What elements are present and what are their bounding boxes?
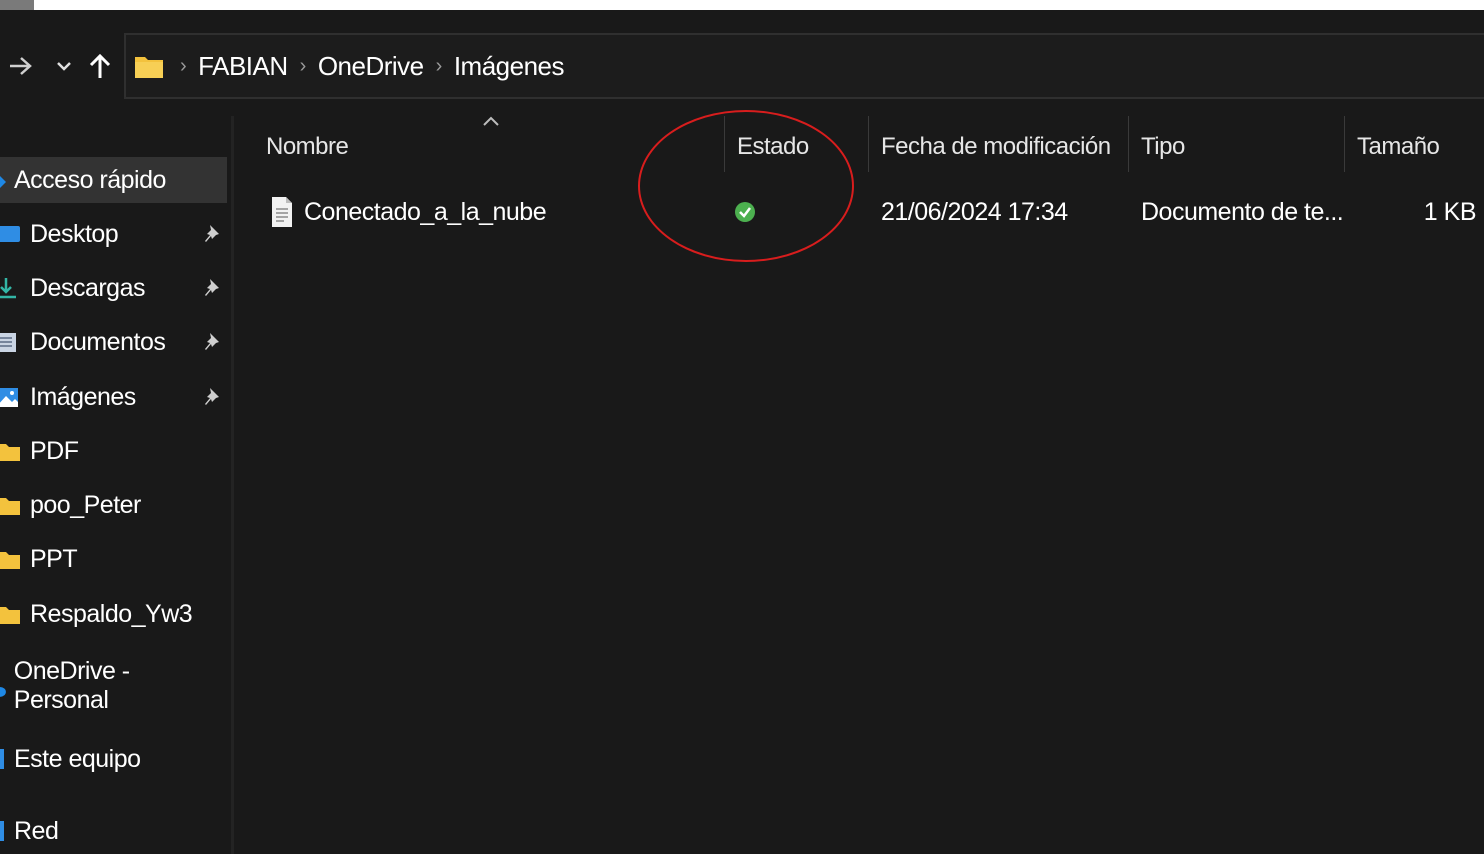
sidebar-item-respaldo-yw3[interactable]: Respaldo_Yw3	[0, 591, 227, 637]
column-header-status[interactable]: Estado	[737, 124, 809, 170]
type-cell: Documento de te...	[1141, 190, 1344, 234]
documents-icon	[0, 333, 16, 352]
up-button[interactable]	[86, 46, 114, 86]
status-cell	[734, 190, 756, 234]
sidebar-item-label: Descargas	[30, 273, 146, 302]
sidebar-item-label: Documentos	[30, 327, 166, 356]
pin-icon	[205, 388, 219, 405]
synced-check-icon	[735, 202, 755, 222]
expand-arrow-icon	[0, 176, 6, 188]
pin-icon	[205, 333, 219, 350]
column-divider[interactable]	[724, 116, 725, 172]
sidebar-item-this-pc[interactable]: Este equipo	[0, 736, 227, 782]
chevron-down-icon	[57, 62, 71, 71]
folder-icon	[135, 57, 163, 78]
sidebar-item-label: Acceso rápido	[14, 165, 166, 194]
recent-locations-button[interactable]	[52, 46, 76, 86]
size-cell: 1 KB	[1410, 190, 1477, 234]
folder-icon	[0, 552, 20, 569]
column-header-label: Fecha de modificación	[881, 133, 1111, 160]
sidebar-item-network[interactable]: Red	[0, 808, 227, 854]
pictures-icon	[0, 388, 18, 407]
column-header-type[interactable]: Tipo	[1141, 124, 1185, 170]
column-header-label: Nombre	[266, 133, 349, 160]
file-size: 1 KB	[1423, 197, 1477, 226]
sidebar-item-label: Desktop	[30, 219, 119, 248]
computer-icon	[0, 749, 4, 769]
pin-icon	[205, 279, 219, 296]
sidebar-item-pdf[interactable]: PDF	[0, 428, 227, 474]
text-document-icon	[272, 197, 292, 227]
desktop-icon	[0, 226, 20, 242]
sidebar-item-label: Este equipo	[14, 744, 141, 773]
folder-icon	[0, 444, 20, 461]
download-icon	[0, 278, 16, 299]
sidebar-item-desktop[interactable]: Desktop	[0, 211, 227, 257]
sort-ascending-icon	[483, 116, 499, 126]
column-header-label: Tipo	[1141, 133, 1185, 160]
sidebar-item-label: Red	[14, 816, 59, 845]
folder-icon	[0, 607, 20, 624]
modified-date: 21/06/2024 17:34	[881, 197, 1068, 226]
file-name-cell[interactable]: Conectado_a_la_nube	[270, 190, 547, 234]
window-top-strip	[0, 0, 1484, 10]
column-divider[interactable]	[1128, 116, 1129, 172]
breadcrumb-imagenes[interactable]: Imágenes	[448, 51, 570, 82]
sidebar-item-documentos[interactable]: Documentos	[0, 319, 227, 365]
column-header-label: Estado	[737, 133, 809, 160]
column-divider[interactable]	[868, 116, 869, 172]
window-tab[interactable]	[0, 0, 34, 10]
sidebar-item-imagenes[interactable]: Imágenes	[0, 374, 227, 420]
forward-button[interactable]	[6, 46, 36, 86]
sidebar-item-descargas[interactable]: Descargas	[0, 265, 227, 311]
column-divider[interactable]	[1344, 116, 1345, 172]
up-arrow-icon	[89, 53, 111, 78]
sidebar-item-poo-peter[interactable]: poo_Peter	[0, 482, 227, 528]
chevron-right-icon: ›	[180, 54, 187, 77]
chevron-right-icon: ›	[299, 54, 307, 77]
breadcrumb-onedrive[interactable]: OneDrive	[312, 51, 430, 82]
sidebar-item-label: PPT	[30, 544, 78, 573]
sidebar-item-label: OneDrive - Personal	[13, 657, 130, 714]
sidebar-item-ppt[interactable]: PPT	[0, 536, 227, 582]
pin-icon	[205, 225, 219, 242]
sidebar-item-label: PDF	[30, 436, 79, 465]
sidebar-item-onedrive[interactable]: OneDrive - Personal	[0, 657, 227, 714]
column-header-name[interactable]: Nombre	[266, 124, 349, 170]
breadcrumb: › FABIAN › OneDrive › Imágenes	[130, 44, 570, 88]
sidebar-item-quick-access[interactable]: Acceso rápido	[0, 157, 227, 203]
column-header-size[interactable]: Tamaño	[1357, 124, 1440, 170]
file-type: Documento de te...	[1141, 197, 1344, 226]
modified-cell: 21/06/2024 17:34	[881, 190, 1068, 234]
sidebar-item-label: Imágenes	[30, 382, 136, 411]
network-icon	[0, 821, 4, 841]
sidebar-item-label: poo_Peter	[30, 490, 141, 519]
breadcrumb-fabian[interactable]: FABIAN	[192, 51, 293, 82]
file-name: Conectado_a_la_nube	[304, 197, 547, 226]
cloud-icon	[0, 686, 6, 697]
column-header-label: Tamaño	[1357, 133, 1440, 160]
sidebar-item-label: Respaldo_Yw3	[30, 599, 193, 628]
chevron-right-icon: ›	[435, 54, 443, 77]
forward-arrow-icon	[10, 57, 32, 75]
folder-icon	[0, 498, 20, 515]
column-header-modified[interactable]: Fecha de modificación	[881, 124, 1111, 170]
